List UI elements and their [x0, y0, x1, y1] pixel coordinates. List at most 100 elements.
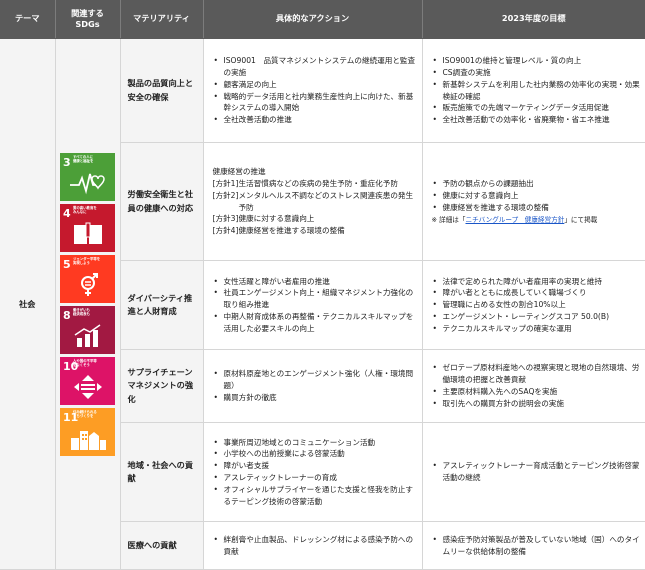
- list-item: 顧客満足の向上: [213, 79, 417, 91]
- list-item: 事業所周辺地域とのコミュニケーション活動: [213, 437, 417, 449]
- list-item: 健康に対する意識向上: [432, 190, 641, 202]
- sdg-title: 人や国の不平等 をなくそう: [73, 358, 97, 367]
- list-item: テクニカルスキルマップの確実な運用: [432, 323, 641, 335]
- sdg-icons-cell: 3 すべての人に 健康と福祉を 4 質の高い教育を みんなに 5 ジェンダー平等…: [54, 38, 121, 570]
- header-sdgs: 関連する SDGs: [55, 0, 121, 39]
- sdg-title: ジェンダー平等を 実現しよう: [73, 256, 101, 265]
- policy-text: 健康に対する意識向上: [238, 214, 315, 224]
- goals-cell: 法律で定められた障がい者雇用率の実現と維持 障がい者とともに成長していく職場づく…: [421, 260, 645, 350]
- goals-cell: ゼロテープ原材料産地への視察実現と現地の自然環境、労働環境の把握と改善貢献 主要…: [421, 349, 645, 423]
- list-item: 全社改善活動の推進: [213, 114, 417, 126]
- list-item: ISO9001 品質マネジメントシステムの継続運用と監査の実施: [213, 55, 417, 79]
- sdg-goal-4-icon: 4 質の高い教育を みんなに: [60, 203, 115, 252]
- policy-item: [方針2] メンタルヘルス不調などのストレス関連疾患の発生予防: [213, 190, 417, 214]
- list-item: 戦略的データ活用と社内業務生産性向上に向けた、新基幹システムの導入開始: [213, 91, 417, 115]
- actions-list: 絆創膏や止血製品、ドレッシング材による感染予防への貢献: [213, 534, 417, 558]
- policy-text: 健康経営を推進する環境の整備: [238, 226, 345, 236]
- list-item: 障がい者支援: [213, 460, 417, 472]
- actions-cell: 女性活躍と障がい者雇用の推進 社員エンゲージメント向上・組織マネジメント力強化の…: [202, 260, 423, 350]
- policy-item: [方針1] 生活習慣病などの疾病の発生予防・重症化予防: [213, 178, 417, 190]
- actions-cell: 健康経営の推進 [方針1] 生活習慣病などの疾病の発生予防・重症化予防 [方針2]…: [202, 142, 423, 261]
- city-buildings-icon: [60, 425, 115, 453]
- sdg-title: 質の高い教育を みんなに: [73, 205, 97, 214]
- actions-cell: 原材料原産地とのエンゲージメント強化（人権・環境問題） 購買方針の徹底: [202, 349, 423, 423]
- list-item: CS調査の実施: [432, 67, 641, 79]
- header-goals: 2023年度の目標: [422, 0, 645, 39]
- sdg-number: 3: [63, 155, 71, 169]
- list-item: 原材料原産地とのエンゲージメント強化（人権・環境問題）: [213, 368, 417, 392]
- list-item: 管理職に占める女性の割合10%以上: [432, 299, 641, 311]
- list-item: 健康経営を推進する環境の整備: [432, 202, 641, 214]
- list-item: 絆創膏や止血製品、ドレッシング材による感染予防への貢献: [213, 534, 417, 558]
- policy-text: メンタルヘルス不調などのストレス関連疾患の発生予防: [238, 190, 414, 212]
- note-suffix: 」にて掲載: [564, 215, 598, 224]
- list-item: 予防の観点からの課題抽出: [432, 178, 641, 190]
- sdg-goal-5-icon: 5 ジェンダー平等を 実現しよう: [60, 254, 115, 303]
- goals-list: 感染症予防対策製品が普及していない地域（国）へのタイムリーな供給体制の整備: [432, 534, 641, 558]
- materiality-cell: ダイバーシティ推進と人財育成: [119, 260, 204, 350]
- growth-chart-icon: [60, 323, 115, 351]
- policy-label: [方針2]: [212, 190, 239, 200]
- header-actions: 具体的なアクション: [203, 0, 423, 39]
- materiality-table: テーマ 関連する SDGs マテリアリティ 具体的なアクション 2023年度の目…: [0, 0, 645, 570]
- policy-label: [方針3]: [212, 214, 239, 224]
- list-item: ゼロテープ原材料産地への視察実現と現地の自然環境、労働環境の把握と改善貢献: [432, 362, 641, 386]
- sdg-goal-8-icon: 8 働きがいも 経済成長も: [60, 305, 115, 354]
- list-item: オフィシャルサプライヤーを通じた支援と怪我を防止するテーピング技術の啓蒙活動: [213, 484, 417, 508]
- sdg-number: 4: [63, 206, 71, 220]
- goals-list: 予防の観点からの課題抽出 健康に対する意識向上 健康経営を推進する環境の整備: [432, 178, 641, 213]
- materiality-cell: 医療への貢献: [119, 521, 204, 570]
- list-item: 社員エンゲージメント向上・組織マネジメント力強化の取り組み推進: [213, 287, 417, 311]
- list-item: 感染症予防対策製品が普及していない地域（国）へのタイムリーな供給体制の整備: [432, 534, 641, 558]
- actions-list: 事業所周辺地域とのコミュニケーション活動 小学校への出前授業による啓蒙活動 障が…: [213, 437, 417, 508]
- sdg-number: 5: [63, 257, 71, 271]
- goals-cell: 予防の観点からの課題抽出 健康に対する意識向上 健康経営を推進する環境の整備 ※…: [421, 142, 645, 261]
- note-prefix: ※ 詳細は「: [431, 215, 466, 224]
- actions-list: ISO9001 品質マネジメントシステムの継続運用と監査の実施 顧客満足の向上 …: [213, 55, 417, 126]
- policy-item: [方針3] 健康に対する意識向上: [213, 213, 417, 225]
- sdg-title: 住み続けられる まちづくりを: [73, 409, 97, 418]
- policy-text: 生活習慣病などの疾病の発生予防・重症化予防: [238, 178, 398, 188]
- list-item: エンゲージメント・レーティングスコア 50.0(B): [432, 311, 641, 323]
- policy-label: [方針4]: [212, 226, 239, 236]
- detail-note: ※ 詳細は「ニチバングループ 健康経営方針」にて掲載: [432, 215, 641, 225]
- sdg-icon-stack: 3 すべての人に 健康と福祉を 4 質の高い教育を みんなに 5 ジェンダー平等…: [60, 152, 115, 456]
- actions-cell: 絆創膏や止血製品、ドレッシング材による感染予防への貢献: [202, 521, 423, 570]
- materiality-cell: 労働安全衛生と社員の健康への対応: [119, 142, 204, 261]
- goals-cell: 感染症予防対策製品が普及していない地域（国）へのタイムリーな供給体制の整備: [421, 521, 645, 570]
- goals-list: アスレティックトレーナー育成活動とテーピング技術啓蒙活動の継続: [432, 460, 641, 484]
- list-item: アスレティックトレーナーの育成: [213, 472, 417, 484]
- list-item: 購買方針の徹底: [213, 392, 417, 404]
- materiality-cell: サプライチェーンマネジメントの強化: [119, 349, 204, 423]
- heart-pulse-icon: [60, 170, 115, 198]
- header-row: テーマ 関連する SDGs マテリアリティ 具体的なアクション 2023年度の目…: [0, 0, 645, 39]
- sdg-number: 8: [63, 308, 71, 322]
- sdg-title: 働きがいも 経済成長も: [73, 307, 90, 316]
- policy-item: [方針4] 健康経営を推進する環境の整備: [213, 225, 417, 237]
- list-item: アスレティックトレーナー育成活動とテーピング技術啓蒙活動の継続: [432, 460, 641, 484]
- list-item: 全社改善活動での効率化・省廃棄物・省エネ推進: [432, 114, 641, 126]
- equality-arrows-icon: [60, 374, 115, 402]
- sdg-goal-11-icon: 11 住み続けられる まちづくりを: [60, 407, 115, 456]
- actions-list: 原材料原産地とのエンゲージメント強化（人権・環境問題） 購買方針の徹底: [213, 368, 417, 403]
- sdg-title: すべての人に 健康と福祉を: [73, 154, 94, 163]
- actions-cell: ISO9001 品質マネジメントシステムの継続運用と監査の実施 顧客満足の向上 …: [202, 38, 423, 143]
- list-item: 販売施策での先端マーケティングデータ活用促進: [432, 102, 641, 114]
- goals-cell: アスレティックトレーナー育成活動とテーピング技術啓蒙活動の継続: [421, 422, 645, 522]
- goals-list: 法律で定められた障がい者雇用率の実現と維持 障がい者とともに成長していく職場づく…: [432, 276, 641, 335]
- table-row: 社会 3 すべての人に 健康と福祉を 4 質の高い教育を みんなに 5 ジェンダ…: [0, 38, 645, 570]
- header-materiality: マテリアリティ: [120, 0, 204, 39]
- list-item: 障がい者とともに成長していく職場づくり: [432, 287, 641, 299]
- book-icon: [60, 221, 115, 249]
- list-item: 主要原材料購入先へのSAQを実施: [432, 386, 641, 398]
- materiality-cell: 地域・社会への貢献: [119, 422, 204, 522]
- goals-list: ISO9001の維持と管理レベル・質の向上 CS調査の実施 新基幹システムを利用…: [432, 55, 641, 126]
- list-item: 中期人財育成体系の再整備・テクニカルスキルマップを活用した必要スキルの向上: [213, 311, 417, 335]
- list-item: 新基幹システムを利用した社内業務の効率化の実現・効果検証の確認: [432, 79, 641, 103]
- list-item: 小学校への出前授業による啓蒙活動: [213, 448, 417, 460]
- list-item: ISO9001の維持と管理レベル・質の向上: [432, 55, 641, 67]
- list-item: 女性活躍と障がい者雇用の推進: [213, 276, 417, 288]
- actions-list: 女性活躍と障がい者雇用の推進 社員エンゲージメント向上・組織マネジメント力強化の…: [213, 276, 417, 335]
- policy-label: [方針1]: [212, 178, 239, 188]
- health-policy-link[interactable]: ニチバングループ 健康経営方針: [466, 216, 565, 224]
